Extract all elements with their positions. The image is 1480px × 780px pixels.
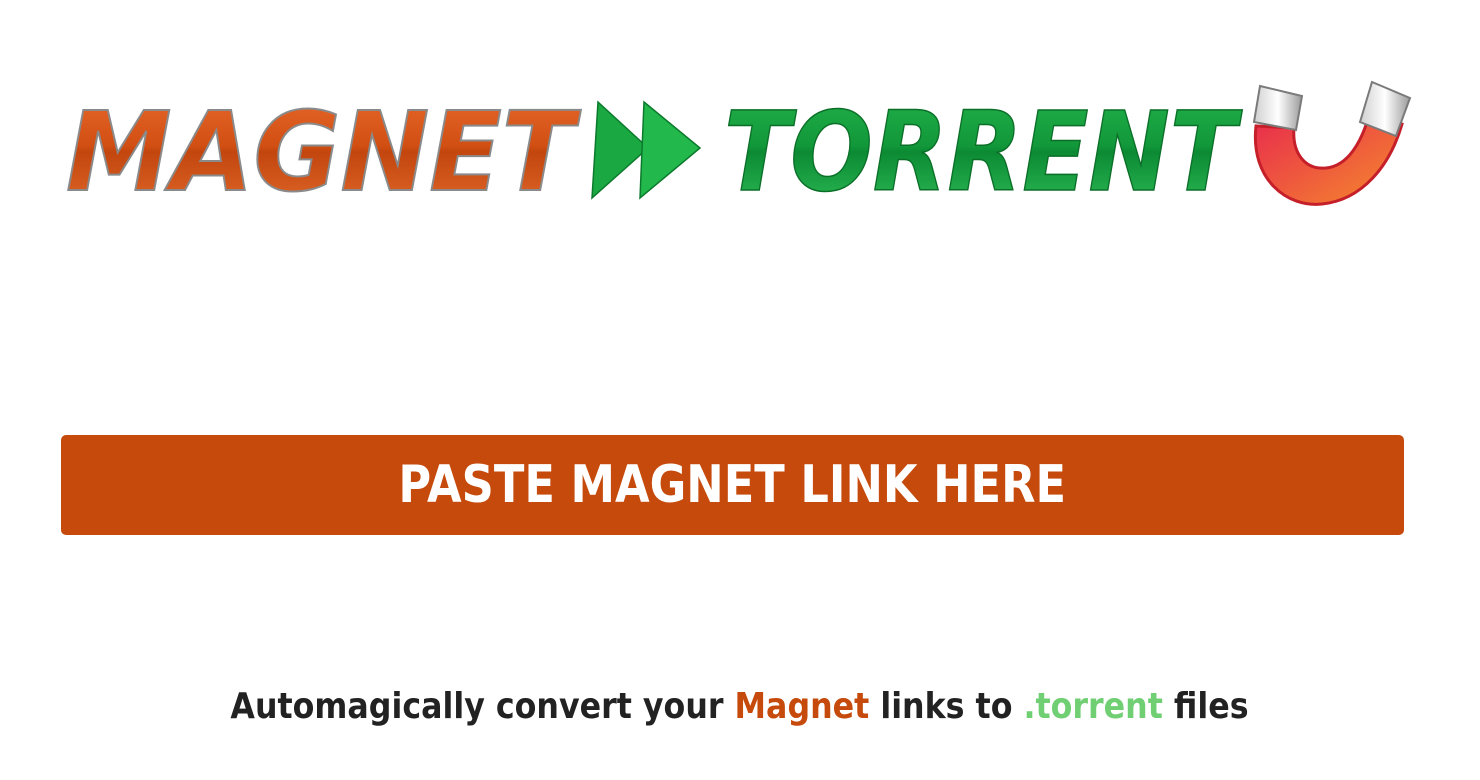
tagline: Automagically convert your Magnet links … <box>0 686 1480 727</box>
logo-word-magnet: MAGNET <box>65 87 583 217</box>
svg-text:TORRENT: TORRENT <box>724 88 1243 216</box>
tagline-text-1: Automagically convert your <box>230 686 736 727</box>
tagline-highlight-torrent: .torrent <box>1023 686 1164 727</box>
tagline-highlight-magnet: Magnet <box>735 686 870 727</box>
paste-magnet-link-button[interactable]: PASTE MAGNET LINK HERE <box>61 435 1404 535</box>
paste-button-label: PASTE MAGNET LINK HERE <box>398 455 1067 515</box>
logo-word-torrent: TORRENT <box>723 87 1244 217</box>
tagline-text-3: files <box>1163 686 1250 727</box>
fast-forward-icon <box>591 100 702 200</box>
tagline-text-2: links to <box>869 686 1024 727</box>
page: MAGNET TORRENT PASTE MAGNET LINK HERE Au… <box>0 0 1480 780</box>
svg-text:MAGNET: MAGNET <box>66 88 582 216</box>
horseshoe-magnet-icon <box>1252 80 1412 206</box>
site-logo[interactable]: MAGNET TORRENT <box>60 40 1420 220</box>
